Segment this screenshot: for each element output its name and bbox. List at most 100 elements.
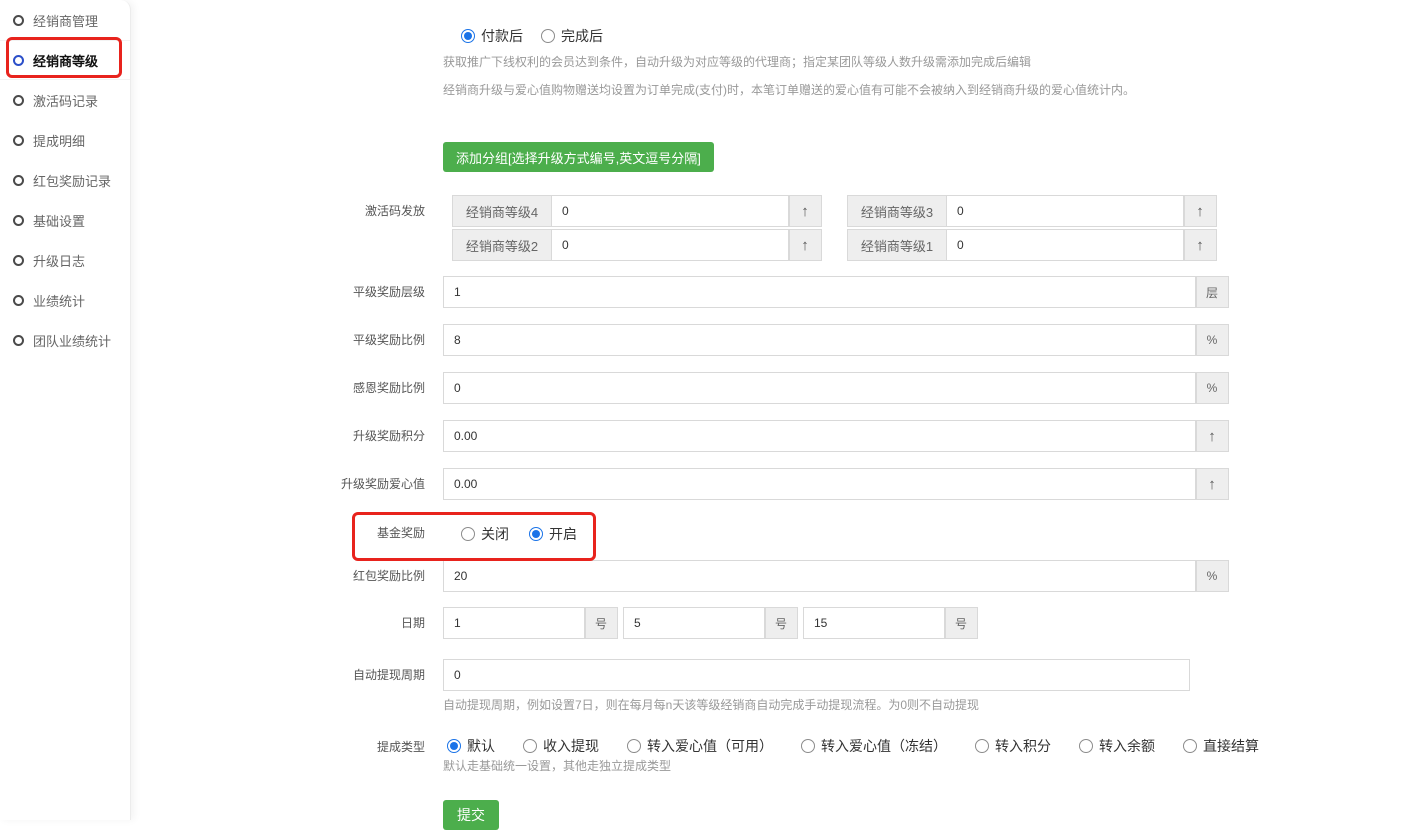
field-label-peer-ratio: 平级奖励比例 <box>131 324 443 356</box>
sidebar-item-label: 升级日志 <box>33 251 85 270</box>
redpacket-ratio-group: % <box>443 560 1229 592</box>
activation-level2-prefix: 经销商等级2 <box>452 229 551 261</box>
arrow-up-icon[interactable]: ↑ <box>1184 195 1217 227</box>
activation-level3-group: 经销商等级3 ↑ <box>847 195 1217 227</box>
activation-level3-input[interactable] <box>946 195 1184 227</box>
sidebar-item-dealer-level[interactable]: 经销商等级 <box>0 40 130 80</box>
upgrade-points-input[interactable] <box>443 420 1196 452</box>
field-label-upgrade-love: 升级奖励爱心值 <box>131 468 443 500</box>
upgrade-mode-radio-group: 付款后 完成后 <box>461 26 603 46</box>
upgrade-love-input[interactable] <box>443 468 1196 500</box>
radio-icon <box>975 739 989 753</box>
arrow-up-icon[interactable]: ↑ <box>789 229 822 261</box>
unit-percent-suffix: % <box>1196 324 1229 356</box>
upgrade-note-2: 经销商升级与爱心值购物赠送均设置为订单完成(支付)时，本笔订单赠送的爱心值有可能… <box>443 81 1135 98</box>
commission-type-radio-group: 默认 收入提现 转入爱心值（可用） 转入爱心值（冻结） 转入积分 转入余额 <box>447 736 1259 756</box>
radio-fund-off[interactable]: 关闭 <box>461 524 509 544</box>
sidebar-item-label: 基础设置 <box>33 211 85 230</box>
activation-level1-prefix: 经销商等级1 <box>847 229 946 261</box>
upgrade-note-1: 获取推广下线权利的会员达到条件，自动升级为对应等级的代理商；指定某团队等级人数升… <box>443 53 1031 70</box>
sidebar-item-activation-code-records[interactable]: 激活码记录 <box>0 80 130 120</box>
radio-icon <box>1183 739 1197 753</box>
thanks-ratio-input[interactable] <box>443 372 1196 404</box>
peer-level-input[interactable] <box>443 276 1196 308</box>
circle-icon <box>13 55 24 66</box>
unit-percent-suffix: % <box>1196 372 1229 404</box>
field-label-upgrade-points: 升级奖励积分 <box>131 420 443 452</box>
radio-commission-points[interactable]: 转入积分 <box>975 736 1051 756</box>
sidebar-item-upgrade-log[interactable]: 升级日志 <box>0 240 130 280</box>
sidebar-item-label: 经销商管理 <box>33 11 98 30</box>
unit-percent-suffix: % <box>1196 560 1229 592</box>
radio-icon <box>541 29 555 43</box>
radio-fund-on[interactable]: 开启 <box>529 524 577 544</box>
sidebar: 经销商管理 经销商等级 激活码记录 提成明细 红包奖励记录 基础设置 升级日志 … <box>0 0 131 820</box>
radio-icon <box>529 527 543 541</box>
sidebar-item-label: 激活码记录 <box>33 91 98 110</box>
circle-icon <box>13 295 24 306</box>
circle-icon <box>13 335 24 346</box>
circle-icon <box>13 15 24 26</box>
unit-day-suffix: 号 <box>765 607 798 639</box>
radio-commission-income-withdraw[interactable]: 收入提现 <box>523 736 599 756</box>
date-3-input[interactable] <box>803 607 945 639</box>
redpacket-ratio-input[interactable] <box>443 560 1196 592</box>
peer-ratio-input[interactable] <box>443 324 1196 356</box>
arrow-up-icon[interactable]: ↑ <box>1196 468 1229 500</box>
circle-icon <box>13 135 24 146</box>
main-content: 付款后 完成后 获取推广下线权利的会员达到条件，自动升级为对应等级的代理商；指定… <box>131 0 1402 820</box>
activation-level4-group: 经销商等级4 ↑ <box>452 195 822 227</box>
auto-withdraw-help: 自动提现周期，例如设置7日，则在每月每n天该等级经销商自动完成手动提现流程。为0… <box>443 696 979 713</box>
date-2-input[interactable] <box>623 607 765 639</box>
radio-commission-direct-settle[interactable]: 直接结算 <box>1183 736 1259 756</box>
radio-icon <box>447 739 461 753</box>
field-label-fund-reward: 基金奖励 <box>131 521 443 545</box>
circle-icon <box>13 255 24 266</box>
field-label-dates: 日期 <box>131 607 443 639</box>
arrow-up-icon[interactable]: ↑ <box>1196 420 1229 452</box>
radio-icon <box>801 739 815 753</box>
activation-level3-prefix: 经销商等级3 <box>847 195 946 227</box>
field-label-thanks-ratio: 感恩奖励比例 <box>131 372 443 404</box>
sidebar-item-performance-stats[interactable]: 业绩统计 <box>0 280 130 320</box>
date-1-group: 号 <box>443 607 618 639</box>
activation-level2-input[interactable] <box>551 229 789 261</box>
radio-icon <box>627 739 641 753</box>
radio-icon <box>1079 739 1093 753</box>
radio-icon <box>523 739 537 753</box>
sidebar-item-label: 团队业绩统计 <box>33 331 111 350</box>
sidebar-item-dealer-management[interactable]: 经销商管理 <box>0 0 130 40</box>
radio-after-payment[interactable]: 付款后 <box>461 26 523 46</box>
upgrade-love-group: ↑ <box>443 468 1229 500</box>
sidebar-item-commission-details[interactable]: 提成明细 <box>0 120 130 160</box>
activation-level4-input[interactable] <box>551 195 789 227</box>
circle-icon <box>13 95 24 106</box>
date-1-input[interactable] <box>443 607 585 639</box>
field-label-redpacket-ratio: 红包奖励比例 <box>131 560 443 592</box>
unit-day-suffix: 号 <box>945 607 978 639</box>
arrow-up-icon[interactable]: ↑ <box>1184 229 1217 261</box>
submit-button[interactable]: 提交 <box>443 800 499 830</box>
activation-level1-group: 经销商等级1 ↑ <box>847 229 1217 261</box>
auto-withdraw-input[interactable] <box>443 659 1190 691</box>
sidebar-item-redpacket-reward-records[interactable]: 红包奖励记录 <box>0 160 130 200</box>
upgrade-points-group: ↑ <box>443 420 1229 452</box>
sidebar-item-team-performance-stats[interactable]: 团队业绩统计 <box>0 320 130 360</box>
add-group-button[interactable]: 添加分组[选择升级方式编号,英文逗号分隔] <box>443 142 714 172</box>
radio-commission-default[interactable]: 默认 <box>447 736 495 756</box>
activation-level1-input[interactable] <box>946 229 1184 261</box>
radio-commission-love-available[interactable]: 转入爱心值（可用） <box>627 736 773 756</box>
radio-commission-love-frozen[interactable]: 转入爱心值（冻结） <box>801 736 947 756</box>
radio-commission-balance[interactable]: 转入余额 <box>1079 736 1155 756</box>
sidebar-item-label: 红包奖励记录 <box>33 171 111 190</box>
fund-reward-radio-group: 关闭 开启 <box>461 524 577 544</box>
sidebar-item-basic-settings[interactable]: 基础设置 <box>0 200 130 240</box>
arrow-up-icon[interactable]: ↑ <box>789 195 822 227</box>
sidebar-item-label: 业绩统计 <box>33 291 85 310</box>
radio-after-completion[interactable]: 完成后 <box>541 26 603 46</box>
peer-ratio-group: % <box>443 324 1229 356</box>
activation-level2-group: 经销商等级2 ↑ <box>452 229 822 261</box>
date-2-group: 号 <box>623 607 798 639</box>
commission-type-help: 默认走基础统一设置，其他走独立提成类型 <box>443 757 671 774</box>
circle-icon <box>13 215 24 226</box>
